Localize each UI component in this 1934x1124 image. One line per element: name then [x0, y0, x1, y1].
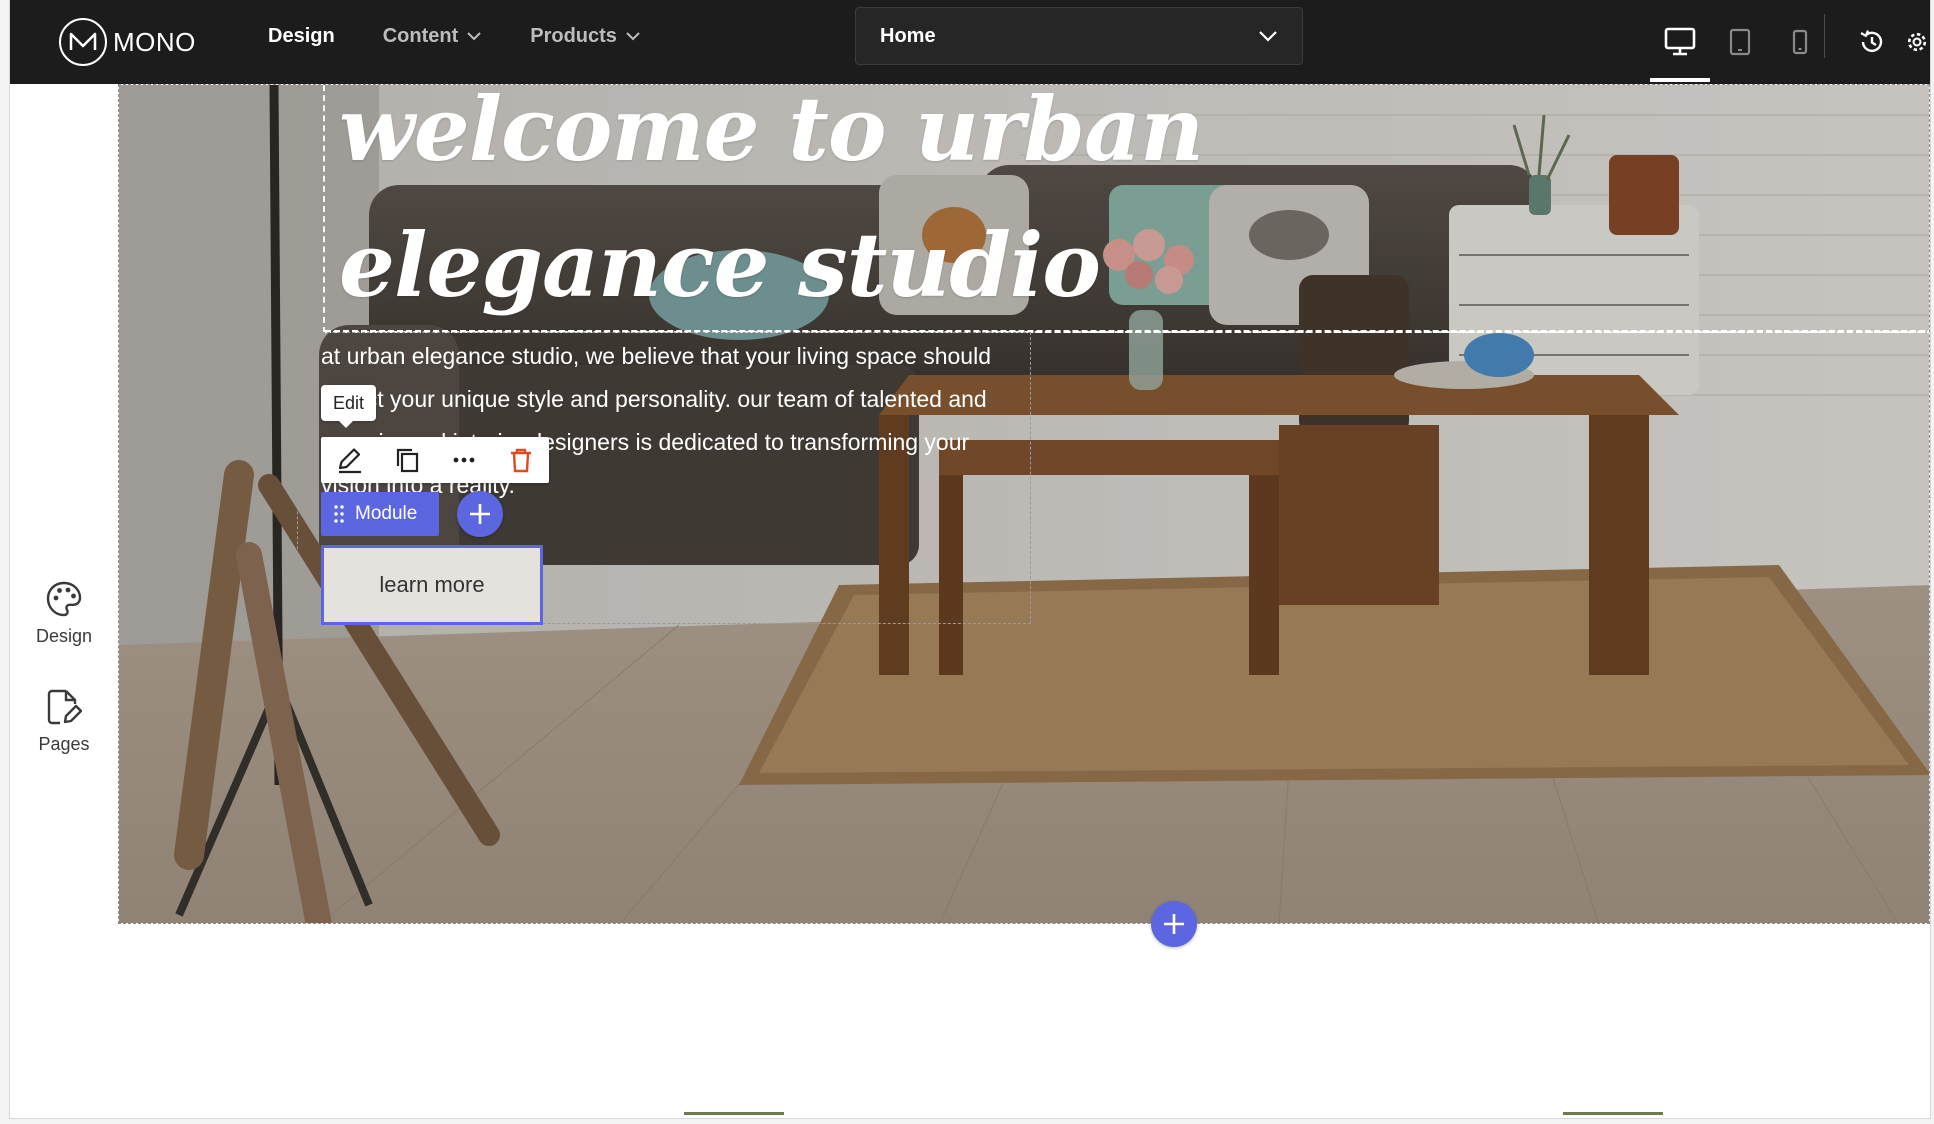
rail-item-design[interactable]: Design [10, 580, 118, 647]
nav-item-products[interactable]: Products [530, 25, 641, 48]
section-divider-mark [684, 1112, 784, 1115]
nav-item-content[interactable]: Content [383, 25, 483, 48]
rail-item-pages[interactable]: Pages [10, 688, 118, 755]
add-module-button[interactable] [457, 491, 503, 537]
nav-item-label: Products [530, 24, 617, 47]
edit-icon [338, 448, 361, 474]
logo[interactable]: MONO [59, 12, 196, 72]
delete-button[interactable] [492, 437, 549, 483]
tablet-view-button[interactable] [1710, 0, 1770, 84]
logo-mark-icon [59, 18, 107, 66]
settings-button[interactable] [1904, 0, 1930, 84]
edit-tooltip: Edit [321, 385, 377, 428]
main-nav: Design Content Products [268, 0, 689, 72]
nav-item-label: Design [268, 24, 335, 47]
palette-icon [46, 581, 82, 617]
desktop-view-button[interactable] [1650, 0, 1710, 84]
mobile-view-button[interactable] [1770, 0, 1830, 84]
logo-text: MONO [113, 26, 196, 57]
app-window: MONO Design Content Products Home Design… [10, 0, 1930, 1118]
add-section-button[interactable] [1151, 901, 1197, 947]
learn-more-button[interactable]: learn more [321, 545, 543, 625]
chevron-down-icon [1259, 31, 1277, 42]
history-icon [1860, 30, 1883, 52]
hero-section[interactable]: welcome to urban elegance studio at urba… [118, 84, 1930, 924]
plus-icon [1164, 914, 1184, 934]
delete-icon [510, 448, 531, 473]
nav-item-design[interactable]: Design [268, 25, 335, 48]
module-toolbar [321, 437, 549, 483]
rail-item-label: Design [35, 626, 93, 646]
nav-item-label: Content [382, 24, 459, 47]
page-edit-icon [47, 689, 82, 725]
topbar-divider [1824, 14, 1825, 58]
edit-button[interactable] [321, 437, 378, 483]
section-divider-mark [1563, 1112, 1663, 1115]
duplicate-icon [396, 448, 418, 473]
editor-canvas: welcome to urban elegance studio at urba… [118, 84, 1930, 1118]
hero-heading-line-2: elegance studio [339, 213, 1101, 317]
history-button[interactable] [1842, 0, 1902, 84]
desktop-icon [1664, 27, 1696, 56]
tablet-icon [1729, 28, 1751, 56]
more-button[interactable] [435, 437, 492, 483]
hero-heading[interactable]: welcome to urban elegance studio [339, 84, 1539, 333]
drag-grip-icon [334, 505, 344, 523]
duplicate-button[interactable] [378, 437, 435, 483]
module-label: Module [355, 503, 418, 524]
chevron-down-icon [467, 32, 481, 41]
plus-icon [470, 504, 490, 524]
gear-icon [1907, 32, 1927, 52]
hero-heading-line-1: welcome to urban [339, 84, 1204, 181]
rail-item-label: Pages [38, 734, 90, 754]
chevron-down-icon [626, 32, 640, 41]
left-rail: Design Pages [10, 84, 119, 1118]
top-bar: MONO Design Content Products Home [10, 0, 1930, 84]
page-selector-value: Home [880, 24, 936, 47]
page-selector[interactable]: Home [855, 7, 1303, 65]
more-icon [453, 457, 474, 463]
mobile-icon [1792, 29, 1808, 55]
module-drag-handle[interactable]: Module [321, 492, 439, 536]
